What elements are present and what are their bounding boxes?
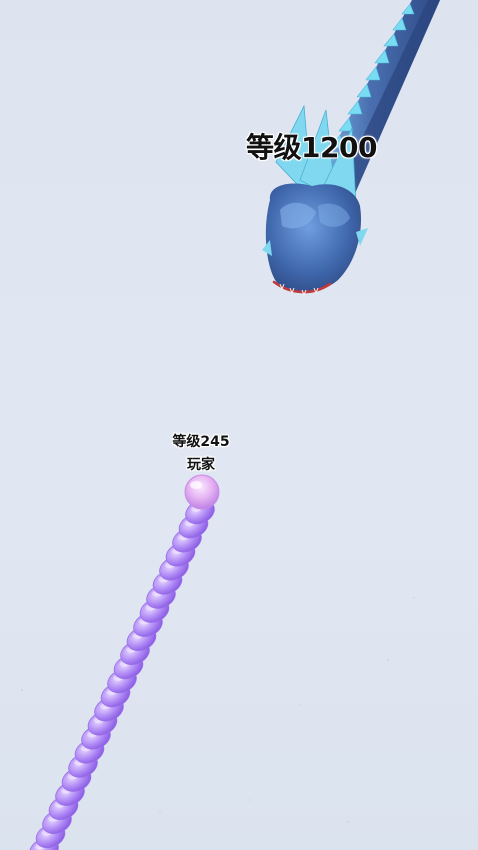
- player-snake-head-shine: [190, 481, 202, 489]
- game-playfield[interactable]: 等级1200 等级245 玩家: [0, 0, 478, 850]
- enemy-level-label: 等级1200: [246, 131, 377, 164]
- player-name-label: 玩家: [187, 457, 215, 473]
- enemy-snake-head: [265, 183, 362, 292]
- player-snake-head: [184, 474, 220, 510]
- player-snake: [29, 474, 220, 850]
- game-scene: [20, 0, 441, 850]
- player-snake-body: [29, 499, 215, 850]
- player-level-label: 等级245: [172, 434, 230, 450]
